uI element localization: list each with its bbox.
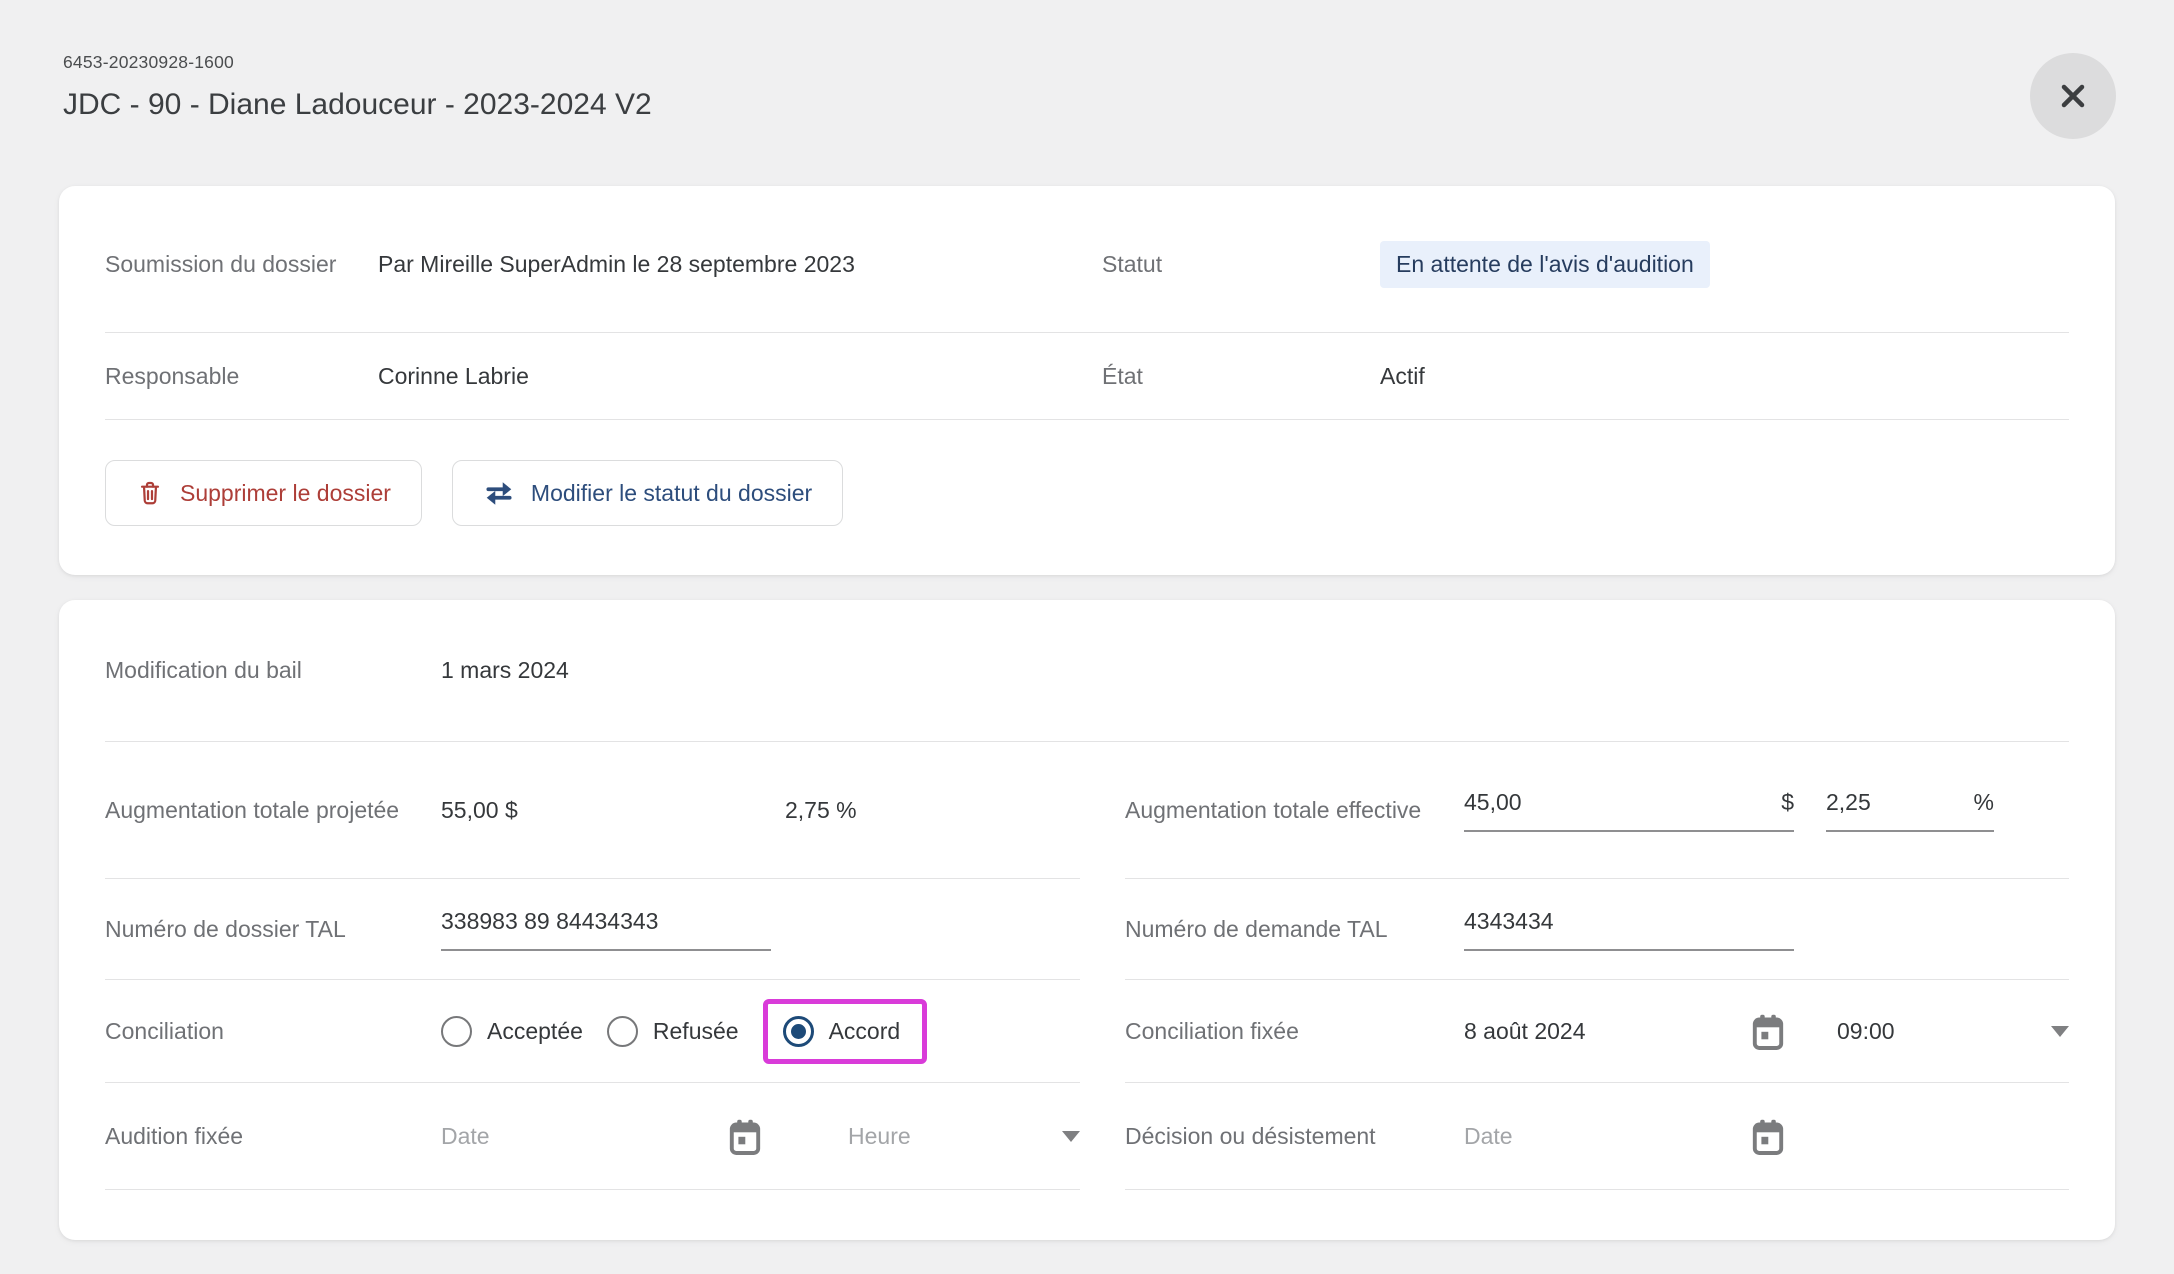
calendar-icon[interactable] [727,1117,763,1156]
hearing-date-field[interactable]: Date [441,1117,763,1156]
projected-increase-label: Augmentation totale projetée [105,797,441,824]
change-status-button[interactable]: Modifier le statut du dossier [452,460,843,526]
close-icon [2055,78,2091,114]
tal-file-cell: Numéro de dossier TAL 338983 89 84434343 [105,879,1080,980]
increase-row: Augmentation totale projetée 55,00 $ 2,7… [105,742,2069,879]
radio-option-refusee[interactable]: Refusée [607,1016,739,1047]
conciliation-radio-group: Acceptée Refusée Accord [441,999,1080,1064]
radio-option-acceptee[interactable]: Acceptée [441,1016,583,1047]
lease-modification-label: Modification du bail [105,657,441,684]
lease-modification-row: Modification du bail 1 mars 2024 [105,600,2069,742]
submission-value: Par Mireille SuperAdmin le 28 septembre … [378,251,1102,278]
accord-highlight-annotation: Accord [763,999,928,1064]
page-header: 6453-20230928-1600 JDC - 90 - Diane Lado… [0,0,2174,182]
effective-increase-cell: Augmentation totale effective 45,00 $ 2,… [1125,742,2069,879]
hearing-decision-row: Audition fixée Date Heu [105,1083,2069,1190]
conciliation-date-field[interactable]: 8 août 2024 [1464,1012,1786,1051]
hearing-cell: Audition fixée Date Heu [105,1083,1080,1190]
conciliation-scheduled-cell: Conciliation fixée 8 août 2024 [1125,980,2069,1083]
summary-card: Soumission du dossier Par Mireille Super… [59,186,2115,575]
case-number: 6453-20230928-1600 [63,52,2111,73]
effective-amount-input[interactable]: 45,00 $ [1464,789,1794,832]
conciliation-date-value: 8 août 2024 [1464,1018,1586,1045]
decision-label: Décision ou désistement [1125,1123,1464,1150]
radio-label-accord: Accord [829,1018,901,1045]
responsible-row: Responsable Corinne Labrie État Actif [105,333,2069,420]
effective-amount-value: 45,00 [1464,789,1522,816]
decision-date-field[interactable]: Date [1464,1117,1786,1156]
chevron-down-icon [1062,1131,1080,1142]
responsible-label: Responsable [105,363,378,390]
submission-row: Soumission du dossier Par Mireille Super… [105,186,2069,333]
hearing-date-placeholder: Date [441,1123,490,1150]
submission-label: Soumission du dossier [105,251,378,278]
responsible-value: Corinne Labrie [378,363,1102,390]
projected-increase-amount: 55,00 $ [441,797,785,824]
calendar-icon[interactable] [1750,1117,1786,1156]
chevron-down-icon [2051,1026,2069,1037]
radio-icon-refusee[interactable] [607,1016,638,1047]
delete-case-label: Supprimer le dossier [180,480,391,507]
lease-modification-value: 1 mars 2024 [441,657,2069,684]
tal-request-input[interactable]: 4343434 [1464,908,1794,951]
projected-increase-cell: Augmentation totale projetée 55,00 $ 2,7… [105,742,1080,879]
tal-request-cell: Numéro de demande TAL 4343434 [1125,879,2069,980]
radio-label-refusee: Refusée [653,1018,739,1045]
actions-row: Supprimer le dossier Modifier le statut … [105,420,2069,526]
close-button[interactable] [2030,53,2116,139]
conciliation-time-value: 09:00 [1837,1018,1895,1045]
calendar-icon[interactable] [1750,1012,1786,1051]
delete-case-button[interactable]: Supprimer le dossier [105,460,422,526]
page-title: JDC - 90 - Diane Ladouceur - 2023-2024 V… [63,88,2111,122]
details-card: Modification du bail 1 mars 2024 Augment… [59,600,2115,1240]
conciliation-row: Conciliation Acceptée Refusée Accord Con… [105,980,2069,1083]
tal-file-input[interactable]: 338983 89 84434343 [441,908,771,951]
conciliation-scheduled-label: Conciliation fixée [1125,1018,1464,1045]
effective-increase-label: Augmentation totale effective [1125,797,1464,824]
conciliation-time-select[interactable]: 09:00 [1837,1018,2069,1045]
state-value: Actif [1380,363,2069,390]
radio-label-acceptee: Acceptée [487,1018,583,1045]
effective-percent-input[interactable]: 2,25 % [1826,789,1994,832]
tal-file-label: Numéro de dossier TAL [105,916,441,943]
swap-arrows-icon [483,480,515,507]
decision-date-placeholder: Date [1464,1123,1513,1150]
projected-increase-percent: 2,75 % [785,797,1080,824]
change-status-label: Modifier le statut du dossier [531,480,812,507]
conciliation-label: Conciliation [105,1018,441,1045]
hearing-label: Audition fixée [105,1123,441,1150]
tal-numbers-row: Numéro de dossier TAL 338983 89 84434343… [105,879,2069,980]
decision-cell: Décision ou désistement Date [1125,1083,2069,1190]
hearing-time-placeholder: Heure [848,1123,911,1150]
radio-icon-accord[interactable] [783,1016,814,1047]
dollar-suffix: $ [1781,789,1794,816]
percent-suffix: % [1974,789,1994,816]
status-badge: En attente de l'avis d'audition [1380,241,1710,288]
tal-request-label: Numéro de demande TAL [1125,916,1464,943]
state-label: État [1102,363,1380,390]
trash-icon [136,479,164,507]
effective-percent-value: 2,25 [1826,789,1871,816]
radio-icon-acceptee[interactable] [441,1016,472,1047]
hearing-time-select[interactable]: Heure [848,1123,1080,1150]
conciliation-cell: Conciliation Acceptée Refusée Accord [105,980,1080,1083]
status-label: Statut [1102,251,1380,278]
